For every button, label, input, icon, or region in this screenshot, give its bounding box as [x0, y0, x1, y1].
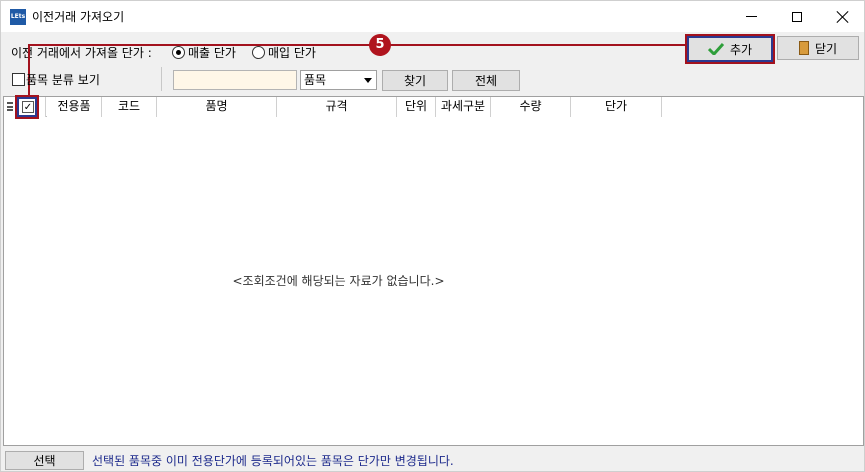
select-all-checkbox-cell[interactable]: ✓	[15, 95, 39, 119]
maximize-icon	[792, 11, 802, 22]
search-field-value: 품목	[304, 73, 327, 87]
column-header-name[interactable]: 품명	[157, 97, 277, 117]
column-header-tax-type[interactable]: 과세구분	[436, 97, 491, 117]
minimize-icon	[745, 16, 757, 17]
close-button[interactable]: 닫기	[777, 36, 859, 60]
all-button-label: 전체	[474, 74, 498, 88]
column-header-code[interactable]: 코드	[102, 97, 157, 117]
find-button-label: 찾기	[403, 74, 427, 88]
column-header-unit[interactable]: 단위	[397, 97, 436, 117]
radio-sale-indicator[interactable]	[172, 46, 185, 59]
category-view-label: 품목 분류 보기	[26, 73, 100, 87]
close-button-label: 닫기	[814, 41, 838, 56]
add-button[interactable]: 추가	[685, 34, 775, 64]
radio-sale-label: 매출 단가	[188, 46, 236, 60]
close-icon	[837, 11, 849, 23]
grid-header-spacer	[39, 97, 46, 117]
minimize-button[interactable]	[728, 1, 774, 32]
window-title: 이전거래 가져오기	[32, 10, 125, 24]
step-badge: 5	[369, 34, 391, 56]
door-icon	[798, 41, 809, 55]
checkmark-icon	[707, 43, 724, 55]
divider	[161, 67, 162, 91]
footer-bar: 선택 선택된 품목중 이미 전용단가에 등록되어있는 품목은 단가만 변경됩니다…	[1, 448, 864, 472]
radio-purchase-indicator[interactable]	[252, 46, 265, 59]
maximize-button[interactable]	[774, 1, 820, 32]
radio-purchase-label: 매입 단가	[268, 46, 316, 60]
radio-sale-price[interactable]: 매출 단가	[172, 44, 236, 61]
all-button[interactable]: 전체	[452, 70, 520, 91]
search-input[interactable]	[173, 70, 297, 90]
column-header-spec[interactable]: 규격	[277, 97, 397, 117]
footer-message: 선택된 품목중 이미 전용단가에 등록되어있는 품목은 단가만 변경됩니다.	[92, 454, 454, 468]
menu-icon	[7, 102, 13, 111]
search-field-select[interactable]: 품목	[300, 70, 377, 90]
grid-menu-button[interactable]	[4, 97, 17, 117]
add-button-label: 추가	[729, 42, 753, 57]
column-header-quantity[interactable]: 수량	[491, 97, 571, 117]
select-button-label: 선택	[33, 454, 56, 468]
radio-purchase-price[interactable]: 매입 단가	[252, 44, 316, 61]
column-header-dedicated[interactable]: 전용품	[47, 97, 102, 117]
find-button[interactable]: 찾기	[382, 70, 448, 91]
grid-header: ✓ 전용품 코드 품명 규격 단위 과세구분 수량 단가	[4, 95, 662, 119]
category-view-checkbox[interactable]	[12, 73, 25, 86]
title-bar: LEts 이전거래 가져오기	[1, 1, 864, 32]
empty-state-message: <조회조건에 해당되는 자료가 없습니다.>	[232, 274, 445, 288]
app-logo-icon: LEts	[10, 9, 26, 25]
items-grid[interactable]: ✓ 전용품 코드 품명 규격 단위 과세구분 수량 단가 <조회조건에 해당되는…	[3, 95, 864, 446]
price-source-label: 이전 거래에서 가져올 단가 :	[11, 46, 152, 60]
close-window-button[interactable]	[820, 1, 865, 32]
callout-line	[28, 44, 688, 46]
select-button[interactable]: 선택	[5, 451, 84, 470]
chevron-down-icon	[364, 78, 372, 83]
select-all-checkbox[interactable]: ✓	[22, 101, 34, 113]
column-header-price[interactable]: 단가	[571, 97, 662, 117]
dialog-window: LEts 이전거래 가져오기 이전 거래에서 가져올 단가 : 매출 단가 매입…	[0, 0, 865, 472]
